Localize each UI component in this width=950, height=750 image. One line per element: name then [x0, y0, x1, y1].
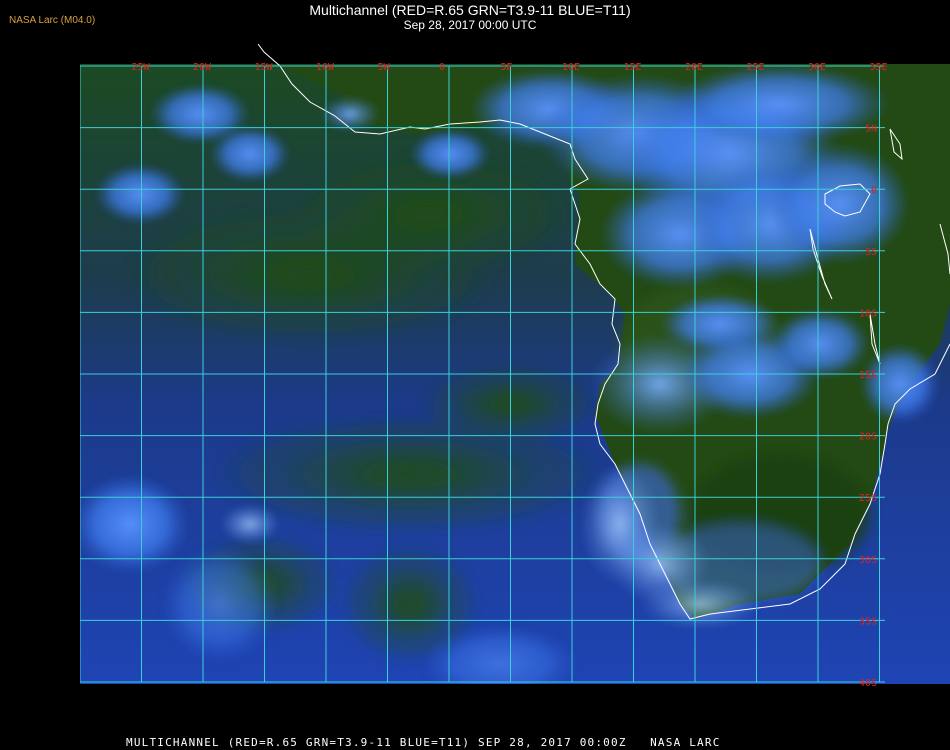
longitude-label: 30E: [808, 62, 826, 73]
longitude-label: 10W: [316, 62, 335, 73]
latitude-label: 5N: [865, 124, 877, 135]
longitude-label: 20W: [193, 62, 212, 73]
longitude-label: 5W: [378, 62, 391, 73]
longitude-label: 5E: [501, 62, 513, 73]
satellite-image-map: 25W 20W 15W 10W 5W 0 5E 10E 15E 20E 25E 30E 35E 5N 0 5…: [70, 43, 950, 726]
latitude-label: 5S: [865, 247, 877, 258]
image-timestamp: Sep 28, 2017 00:00 UTC: [403, 18, 537, 32]
footer-caption: MULTICHANNEL (RED=R.65 GRN=T3.9-11 BLUE=…: [126, 736, 721, 749]
longitude-label: 20E: [685, 62, 703, 73]
longitude-label: 15E: [624, 62, 642, 73]
latitude-label: 30S: [859, 555, 877, 566]
longitude-label: 25E: [747, 62, 765, 73]
latitude-label: 10S: [859, 308, 877, 319]
latitude-label: 20S: [859, 432, 877, 443]
image-title: Multichannel (RED=R.65 GRN=T3.9-11 BLUE=…: [309, 2, 631, 18]
latitude-label: 0: [871, 185, 877, 196]
bottom-border: [80, 684, 950, 726]
latitude-label: 35S: [859, 616, 877, 627]
longitude-label: 0: [439, 62, 445, 73]
longitude-label: 10E: [562, 62, 580, 73]
longitude-label: 25W: [132, 62, 151, 73]
latitude-label: 40S: [859, 678, 877, 689]
latitude-label: 25S: [859, 493, 877, 504]
longitude-label: 35E: [870, 62, 888, 73]
latitude-label: 15S: [859, 370, 877, 381]
longitude-label: 15W: [255, 62, 274, 73]
top-border: [80, 44, 950, 64]
